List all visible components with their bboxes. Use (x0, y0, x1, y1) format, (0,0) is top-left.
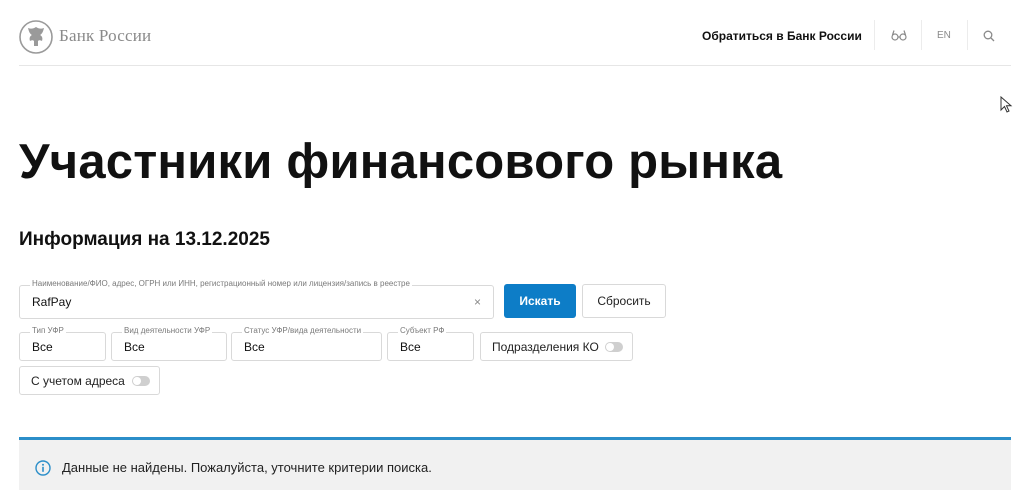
search-input-label: Наименование/ФИО, адрес, ОГРН или ИНН, р… (30, 279, 412, 288)
reset-button[interactable]: Сбросить (582, 284, 666, 318)
activity-type-select[interactable]: Вид деятельности УФР Все (111, 326, 227, 361)
notice-text: Данные не найдены. Пожалуйста, уточните … (62, 460, 432, 475)
address-toggle-label: С учетом адреса (31, 373, 125, 388)
language-switch[interactable]: EN (937, 30, 951, 41)
ko-divisions-toggle-field[interactable]: Подразделения КО (480, 332, 633, 361)
region-select[interactable]: Субъект РФ Все (387, 326, 474, 361)
search-input[interactable]: Наименование/ФИО, адрес, ОГРН или ИНН, р… (19, 279, 494, 319)
header-divider (967, 20, 968, 50)
status-select[interactable]: Статус УФР/вида деятельности Все (231, 326, 382, 361)
mouse-cursor-icon (1000, 96, 1013, 113)
header-divider-line (19, 65, 1011, 66)
bank-emblem-icon[interactable] (19, 20, 53, 54)
status-label: Статус УФР/вида деятельности (242, 326, 364, 335)
page-title: Участники финансового рынка (19, 135, 783, 189)
header-divider (874, 20, 875, 50)
region-value: Все (400, 340, 421, 354)
status-value: Все (244, 340, 265, 354)
site-header: Банк России Обратиться в Банк России EN (0, 0, 1024, 66)
glasses-icon[interactable] (890, 27, 908, 43)
activity-type-value: Все (124, 340, 145, 354)
toggle-knob (133, 376, 141, 385)
ufr-type-label: Тип УФР (30, 326, 66, 335)
address-toggle-field[interactable]: С учетом адреса (19, 366, 160, 395)
activity-type-label: Вид деятельности УФР (122, 326, 213, 335)
ko-divisions-toggle[interactable] (605, 341, 623, 352)
contact-bank-link[interactable]: Обратиться в Банк России (702, 29, 862, 43)
ko-divisions-label: Подразделения КО (492, 339, 599, 354)
info-date-heading: Информация на 13.12.2025 (19, 229, 270, 250)
clear-icon[interactable]: × (474, 296, 481, 308)
no-results-notice: Данные не найдены. Пожалуйста, уточните … (19, 437, 1011, 490)
ufr-type-value: Все (32, 340, 53, 354)
search-button[interactable]: Искать (504, 284, 576, 318)
search-input-value[interactable]: RafPay (32, 295, 71, 309)
region-label: Субъект РФ (398, 326, 447, 335)
info-icon (35, 460, 51, 476)
address-toggle[interactable] (132, 375, 150, 386)
brand-name[interactable]: Банк России (59, 26, 151, 46)
header-divider (921, 20, 922, 50)
ufr-type-select[interactable]: Тип УФР Все (19, 326, 106, 361)
toggle-knob (606, 342, 614, 351)
search-icon[interactable] (982, 29, 996, 43)
